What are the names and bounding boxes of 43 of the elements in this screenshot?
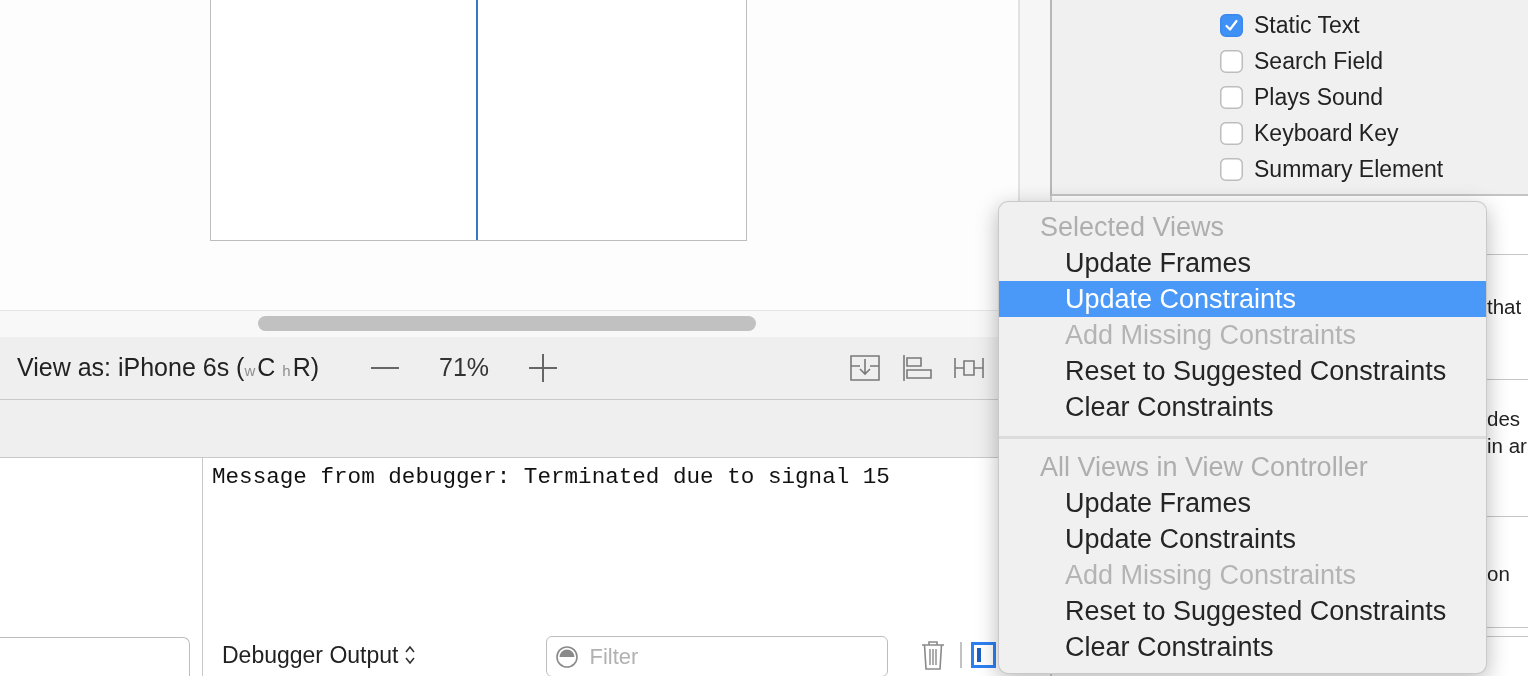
- menu-item[interactable]: Reset to Suggested Constraints: [999, 593, 1486, 629]
- pin-button[interactable]: [954, 355, 984, 381]
- align-button[interactable]: [902, 355, 932, 381]
- trash-icon: [921, 640, 946, 670]
- menu-item: Add Missing Constraints: [1064, 319, 1358, 352]
- align-left-icon: [902, 355, 932, 381]
- checkbox[interactable]: [1220, 85, 1243, 109]
- description-fragment: des in ar: [1487, 406, 1527, 459]
- checkbox[interactable]: [1220, 13, 1243, 37]
- checkbox[interactable]: [1220, 157, 1243, 181]
- stack-button[interactable]: [850, 355, 880, 381]
- filter-field[interactable]: Filter: [546, 636, 889, 676]
- menu-section-header: All Views in View Controller: [1039, 451, 1369, 484]
- clear-button[interactable]: [921, 640, 946, 670]
- checkbox-label: Plays Sound: [1254, 82, 1384, 112]
- checkbox[interactable]: [1220, 121, 1243, 145]
- checkbox-label: Summary Element: [1254, 154, 1444, 184]
- zoom-level: 71%: [439, 352, 490, 384]
- scrollbar-thumb[interactable]: [258, 316, 756, 331]
- checkbox[interactable]: [1220, 49, 1243, 73]
- description-fragment: on: [1487, 561, 1510, 587]
- menu-item[interactable]: Reset to Suggested Constraints: [999, 353, 1486, 389]
- panel-toggle-button[interactable]: [970, 642, 996, 668]
- minus-icon: [371, 367, 400, 369]
- menu-item[interactable]: Update Frames: [999, 485, 1486, 521]
- menu-item[interactable]: Clear Constraints: [999, 389, 1486, 425]
- checkbox-label: Keyboard Key: [1254, 118, 1399, 148]
- menu-item: Add Missing Constraints: [1064, 559, 1358, 592]
- menu-item[interactable]: Clear Constraints: [999, 629, 1486, 665]
- description-fragment: that: [1487, 294, 1522, 320]
- menu-item[interactable]: Update Frames: [999, 245, 1486, 281]
- menu-section-header: Selected Views: [1039, 211, 1226, 244]
- menu-item[interactable]: Update Constraints: [999, 521, 1486, 557]
- checkbox-label: Search Field: [1254, 46, 1384, 76]
- filter-icon: [556, 646, 579, 668]
- spacing-icon: [954, 355, 984, 381]
- checkbox-label: Static Text: [1254, 10, 1360, 40]
- plus-icon: [529, 354, 558, 382]
- variables-filter-field[interactable]: [0, 637, 190, 676]
- chevron-updown-icon: [404, 645, 417, 665]
- output-selector[interactable]: Debugger Output: [222, 637, 417, 673]
- panel-left-icon: [970, 642, 996, 668]
- zoom-in-button[interactable]: [529, 354, 558, 382]
